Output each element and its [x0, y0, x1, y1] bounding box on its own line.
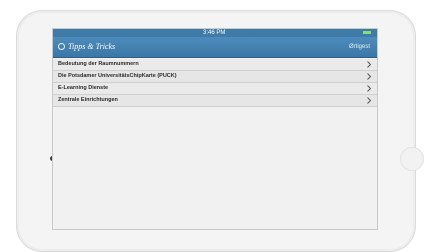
nav-action-button[interactable]: Ørtigest: [349, 42, 370, 52]
topic-list: Bedeutung der Raumnummern Die Potsdamer …: [53, 59, 377, 107]
page-title: Tipps & Tricks: [68, 42, 116, 51]
chevron-right-icon: [367, 97, 372, 104]
list-item-label: Die Potsdamer UniversitätsChipKarte (PUC…: [58, 73, 177, 79]
list-item-label: Zentrale Einrichtungen: [58, 97, 118, 103]
chevron-right-icon: [367, 73, 372, 80]
list-item[interactable]: E-Learning Dienste: [53, 83, 377, 95]
list-item[interactable]: Zentrale Einrichtungen: [53, 95, 377, 107]
status-time: 3:46 PM: [203, 30, 226, 36]
home-button[interactable]: [400, 147, 424, 171]
chevron-right-icon: [367, 61, 372, 68]
app-screen: 3:46 PM Tipps & Tricks Ørtigest Bedeutun…: [52, 28, 378, 230]
chevron-right-icon: [367, 85, 372, 92]
list-item[interactable]: Die Potsdamer UniversitätsChipKarte (PUC…: [53, 71, 377, 83]
battery-icon: [363, 31, 371, 34]
status-bar: 3:46 PM: [53, 29, 377, 37]
navigation-bar: Tipps & Tricks Ørtigest: [53, 37, 377, 58]
list-item[interactable]: Bedeutung der Raumnummern: [53, 59, 377, 71]
back-circle-icon[interactable]: [58, 43, 65, 50]
list-item-label: E-Learning Dienste: [58, 85, 109, 91]
list-item-label: Bedeutung der Raumnummern: [58, 61, 139, 67]
